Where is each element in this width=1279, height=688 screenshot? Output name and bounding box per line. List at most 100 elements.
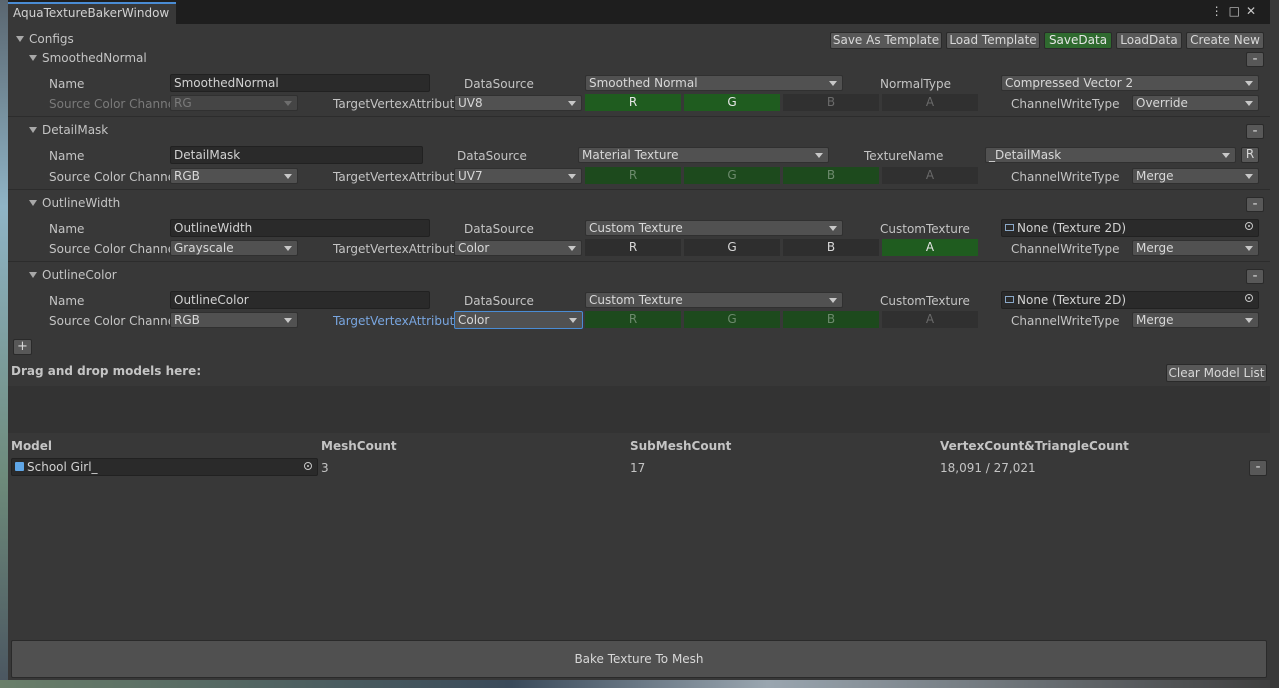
chevron-down-icon [568, 246, 576, 251]
editor-side-panel [1270, 0, 1279, 688]
kebab-icon[interactable]: ⋮ [1211, 4, 1229, 18]
target-attribute-dropdown[interactable]: Color [454, 311, 583, 329]
config-foldout[interactable]: OutlineColor [29, 267, 117, 283]
custom-texture-value: None (Texture 2D) [1017, 293, 1127, 307]
create-new-button[interactable]: Create New [1186, 32, 1264, 49]
object-picker-icon[interactable] [1245, 294, 1253, 302]
datasource-value: Material Texture [582, 148, 679, 162]
clear-model-list-button[interactable]: Clear Model List [1166, 364, 1267, 382]
name-field[interactable]: OutlineColor [170, 291, 430, 309]
remove-model-button[interactable]: - [1249, 460, 1267, 476]
object-picker-icon[interactable] [304, 462, 312, 470]
target-attribute-dropdown[interactable]: Color [454, 240, 582, 256]
remove-config-button[interactable]: - [1246, 269, 1264, 284]
column-header-submesh-count: SubMeshCount [630, 439, 732, 453]
datasource-dropdown[interactable]: Custom Texture [585, 220, 843, 236]
channel-b-toggle[interactable]: B [783, 239, 879, 256]
name-label: Name [49, 294, 85, 308]
object-picker-icon[interactable] [1245, 222, 1253, 230]
custom-texture-value: None (Texture 2D) [1017, 221, 1127, 235]
chevron-down-icon [829, 298, 837, 303]
channel-g-toggle[interactable]: G [684, 239, 780, 256]
model-object-field[interactable]: School Girl_ [11, 458, 318, 476]
foldout-arrow-icon [29, 199, 37, 206]
channel-b-toggle[interactable]: B [783, 94, 879, 111]
channel-r-toggle[interactable]: R [585, 311, 681, 328]
source-channel-label: Source Color Channe [49, 170, 176, 184]
config-foldout[interactable]: SmoothedNormal [29, 50, 147, 66]
config-foldout[interactable]: DetailMask [29, 122, 108, 138]
remove-config-button[interactable]: - [1246, 197, 1264, 212]
channel-g-toggle[interactable]: G [684, 94, 780, 111]
channel-g-toggle[interactable]: G [684, 311, 780, 328]
target-attribute-label: TargetVertexAttribute [333, 314, 462, 328]
name-field[interactable]: DetailMask [170, 146, 423, 164]
channel-a-toggle[interactable]: A [882, 94, 978, 111]
custom-texture-field[interactable]: None (Texture 2D) [1001, 291, 1259, 309]
texture-icon [1005, 224, 1014, 231]
save-data-button[interactable]: SaveData [1044, 32, 1112, 49]
target-attribute-dropdown[interactable]: UV7 [454, 168, 582, 184]
write-type-dropdown[interactable]: Merge [1132, 240, 1259, 256]
chevron-down-icon [1245, 81, 1253, 86]
divider [8, 261, 1270, 262]
custom-texture-label: CustomTexture [880, 294, 970, 308]
source-channel-label: Source Color Channe [49, 97, 176, 111]
channel-b-toggle[interactable]: B [783, 167, 879, 184]
source-channel-label: Source Color Channe [49, 242, 176, 256]
channel-r-toggle[interactable]: R [585, 239, 681, 256]
close-icon[interactable]: ✕ [1246, 4, 1262, 18]
write-type-dropdown[interactable]: Merge [1132, 312, 1259, 328]
remove-config-button[interactable]: - [1246, 124, 1264, 139]
refresh-texture-name-button[interactable]: R [1241, 147, 1259, 163]
bake-texture-to-mesh-button[interactable]: Bake Texture To Mesh [11, 640, 1267, 678]
channel-a-toggle[interactable]: A [882, 239, 978, 256]
name-field[interactable]: SmoothedNormal [170, 74, 430, 92]
load-template-button[interactable]: Load Template [946, 32, 1040, 49]
write-type-dropdown[interactable]: Override [1132, 95, 1259, 111]
configs-label: Configs [29, 32, 74, 46]
window-tab[interactable]: AquaTextureBakerWindow [8, 2, 176, 24]
source-channel-dropdown[interactable]: Grayscale [170, 240, 298, 256]
model-drop-zone[interactable] [8, 386, 1270, 433]
normal-type-label: NormalType [880, 77, 951, 91]
target-attribute-value: Color [458, 241, 490, 255]
write-type-dropdown[interactable]: Merge [1132, 168, 1259, 184]
channel-r-toggle[interactable]: R [585, 167, 681, 184]
load-data-button[interactable]: LoadData [1116, 32, 1182, 49]
channel-a-toggle[interactable]: A [882, 311, 978, 328]
source-channel-dropdown[interactable]: RGB [170, 312, 298, 328]
chevron-down-icon [829, 81, 837, 86]
custom-texture-label: CustomTexture [880, 222, 970, 236]
column-header-mesh-count: MeshCount [321, 439, 397, 453]
foldout-arrow-icon [29, 54, 37, 61]
config-title: OutlineColor [42, 268, 117, 282]
channel-g-toggle[interactable]: G [684, 167, 780, 184]
channel-a-toggle[interactable]: A [882, 167, 978, 184]
custom-texture-field[interactable]: None (Texture 2D) [1001, 219, 1259, 237]
datasource-dropdown[interactable]: Custom Texture [585, 292, 843, 308]
add-config-button[interactable]: + [13, 339, 32, 355]
write-type-value: Merge [1136, 313, 1174, 327]
save-as-template-button[interactable]: Save As Template [830, 32, 942, 49]
maximize-icon[interactable]: □ [1229, 4, 1246, 18]
configs-foldout[interactable]: Configs [16, 31, 74, 47]
channel-r-toggle[interactable]: R [585, 94, 681, 111]
datasource-label: DataSource [464, 77, 534, 91]
datasource-dropdown[interactable]: Smoothed Normal [585, 75, 843, 91]
remove-config-button[interactable]: - [1246, 52, 1264, 67]
name-field[interactable]: OutlineWidth [170, 219, 430, 237]
source-channel-dropdown[interactable]: RGB [170, 168, 298, 184]
source-channel-dropdown[interactable]: RG [170, 95, 298, 111]
chevron-down-icon [284, 318, 292, 323]
column-header-model: Model [11, 439, 53, 453]
chevron-down-icon [284, 246, 292, 251]
normal-type-dropdown[interactable]: Compressed Vector 2 [1001, 75, 1259, 91]
submesh-count-value: 17 [630, 461, 646, 475]
target-attribute-dropdown[interactable]: UV8 [454, 95, 582, 111]
config-foldout[interactable]: OutlineWidth [29, 195, 120, 211]
texture-name-dropdown[interactable]: _DetailMask [985, 147, 1236, 163]
foldout-arrow-icon [29, 271, 37, 278]
datasource-dropdown[interactable]: Material Texture [578, 147, 829, 163]
channel-b-toggle[interactable]: B [783, 311, 879, 328]
